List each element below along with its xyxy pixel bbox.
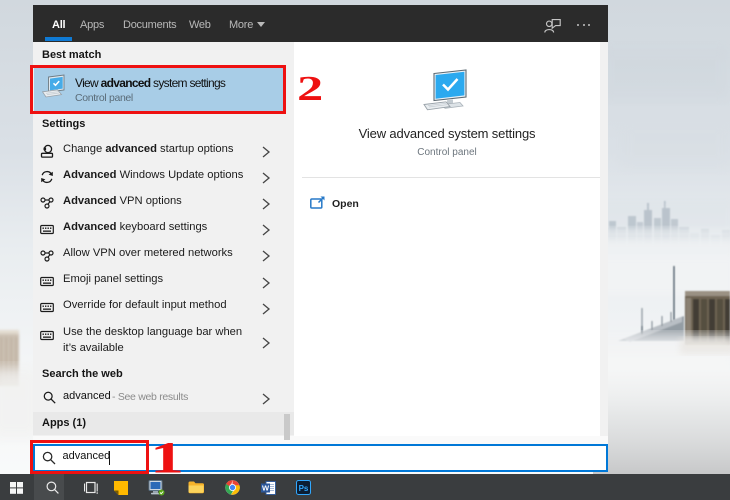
svg-text:Ps: Ps (299, 484, 309, 493)
svg-text:W: W (262, 484, 270, 493)
